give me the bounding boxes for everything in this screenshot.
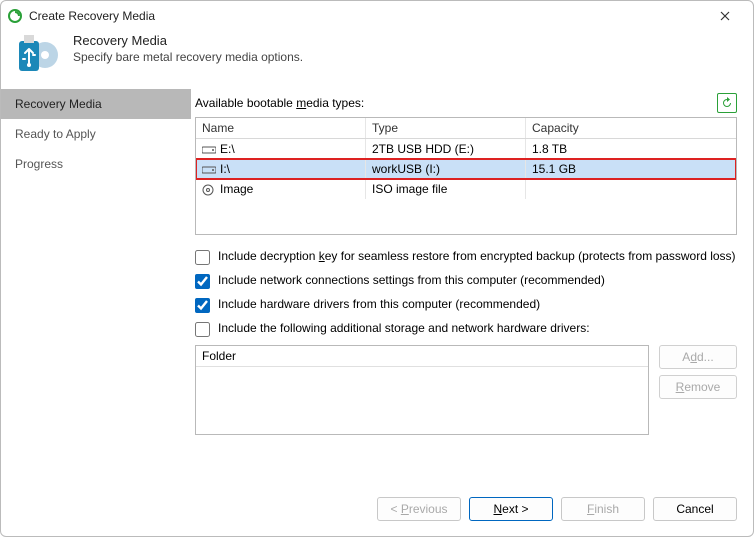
finish-button[interactable]: Finish xyxy=(561,497,645,521)
decryption-key-input[interactable] xyxy=(195,250,210,265)
col-capacity-header[interactable]: Capacity xyxy=(526,118,736,138)
main: Available bootable media types: Name Typ… xyxy=(191,89,753,490)
decryption-key-checkbox[interactable]: Include decryption key for seamless rest… xyxy=(195,249,737,265)
col-name-header[interactable]: Name xyxy=(196,118,366,138)
table-row[interactable]: E:\ 2TB USB HDD (E:) 1.8 TB xyxy=(196,139,736,159)
add-folder-button[interactable]: Add... xyxy=(659,345,737,369)
close-icon xyxy=(720,11,730,21)
usb-media-icon xyxy=(15,33,61,79)
app-icon xyxy=(7,8,23,24)
folder-column-header: Folder xyxy=(196,346,648,367)
page-title: Recovery Media xyxy=(73,33,303,48)
header-text: Recovery Media Specify bare metal recove… xyxy=(73,33,303,64)
dialog-window: Create Recovery Media Recovery Media Spe… xyxy=(0,0,754,537)
sidebar-item-ready-to-apply[interactable]: Ready to Apply xyxy=(1,119,191,149)
folder-buttons: Add... Remove xyxy=(659,345,737,435)
media-types-label: Available bootable media types: xyxy=(195,93,737,113)
hardware-drivers-checkbox[interactable]: Include hardware drivers from this compu… xyxy=(195,297,737,313)
sidebar-item-progress[interactable]: Progress xyxy=(1,149,191,179)
folder-list-body xyxy=(196,367,648,434)
close-button[interactable] xyxy=(703,2,747,30)
remove-folder-button[interactable]: Remove xyxy=(659,375,737,399)
titlebar: Create Recovery Media xyxy=(1,1,753,31)
previous-button[interactable]: < Previous xyxy=(377,497,461,521)
body: Recovery Media Ready to Apply Progress A… xyxy=(1,89,753,490)
drive-icon xyxy=(202,144,216,154)
col-type-header[interactable]: Type xyxy=(366,118,526,138)
page-subtitle: Specify bare metal recovery media option… xyxy=(73,50,303,64)
footer: < Previous Next > Finish Cancel xyxy=(1,490,753,536)
media-table-header: Name Type Capacity xyxy=(196,118,736,139)
sidebar: Recovery Media Ready to Apply Progress xyxy=(1,89,191,490)
drive-icon xyxy=(202,164,216,174)
hardware-drivers-input[interactable] xyxy=(195,298,210,313)
next-button[interactable]: Next > xyxy=(469,497,553,521)
folder-list[interactable]: Folder xyxy=(195,345,649,435)
table-row[interactable]: Image ISO image file xyxy=(196,179,736,199)
refresh-icon xyxy=(720,96,734,110)
additional-drivers-input[interactable] xyxy=(195,322,210,337)
media-table: Name Type Capacity E:\ 2TB USB HDD (E:) … xyxy=(195,117,737,235)
sidebar-item-recovery-media[interactable]: Recovery Media xyxy=(1,89,191,119)
table-row[interactable]: I:\ workUSB (I:) 15.1 GB xyxy=(196,159,736,179)
header: Recovery Media Specify bare metal recove… xyxy=(1,31,753,89)
window-title: Create Recovery Media xyxy=(29,9,703,23)
options-group: Include decryption key for seamless rest… xyxy=(195,249,737,337)
refresh-button[interactable] xyxy=(717,93,737,113)
additional-drivers-checkbox[interactable]: Include the following additional storage… xyxy=(195,321,737,337)
network-settings-input[interactable] xyxy=(195,274,210,289)
folder-area: Folder Add... Remove xyxy=(195,345,737,435)
cancel-button[interactable]: Cancel xyxy=(653,497,737,521)
network-settings-checkbox[interactable]: Include network connections settings fro… xyxy=(195,273,737,289)
disc-icon xyxy=(202,184,216,194)
